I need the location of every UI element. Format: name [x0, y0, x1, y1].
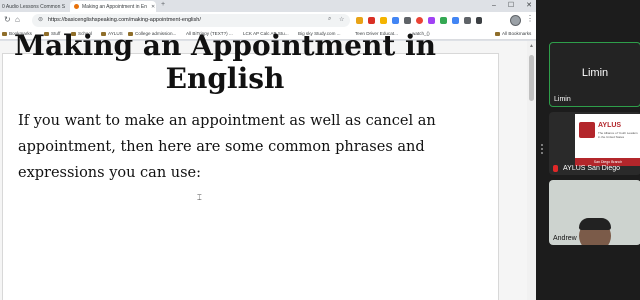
tab-close-icon[interactable]: ✕	[151, 4, 155, 10]
close-window-icon[interactable]: ✕	[526, 1, 532, 9]
folder-icon	[495, 31, 500, 36]
slide-logo-subtitle: The Alliance of Youth Leaders in the Uni…	[598, 131, 638, 139]
extension-icon[interactable]	[416, 17, 423, 24]
video-tile-andrew[interactable]: Andrew	[549, 180, 640, 245]
extension-icon[interactable]	[380, 17, 387, 24]
browser-menu-icon[interactable]: ⋮	[526, 14, 534, 23]
mic-muted-icon	[553, 165, 558, 172]
site-info-icon[interactable]: ⊜	[38, 16, 43, 23]
slide-logo-text: AYLUS	[598, 122, 622, 129]
extension-icon[interactable]	[368, 17, 375, 24]
mouse-cursor-icon: ⌶	[197, 193, 202, 202]
browser-window: 0 Audio Lessons Common S Making an Appoi…	[0, 0, 536, 300]
video-tile-aylus[interactable]: AYLUS The Alliance of Youth Leaders in t…	[549, 112, 640, 175]
extension-icon[interactable]	[440, 17, 447, 24]
scroll-up-icon[interactable]: ▲	[527, 43, 536, 49]
maximize-icon[interactable]: ☐	[508, 1, 514, 9]
page-scrollbar[interactable]: ▲	[527, 41, 536, 300]
profile-avatar[interactable]	[510, 15, 521, 26]
address-bar[interactable]: ⊜ https://basicenglishspeaking.com/makin…	[32, 14, 350, 27]
article-intro: If you want to make an appointment as we…	[18, 113, 436, 181]
video-tile-limin[interactable]: Limin Limin	[549, 42, 640, 107]
participant-label: Limin	[554, 96, 571, 103]
participant-name-large: Limin	[581, 67, 609, 79]
panel-resize-handle[interactable]	[541, 143, 543, 155]
screen: 0 Audio Lessons Common S Making an Appoi…	[0, 0, 640, 300]
side-panel-icon[interactable]	[476, 17, 482, 24]
tab-label: Making an Appointment in En	[82, 3, 148, 10]
participant-label: Andrew	[553, 235, 577, 242]
participant-video-hair	[579, 218, 611, 230]
window-controls: – ☐ ✕	[492, 0, 532, 10]
extension-icon[interactable]	[356, 17, 363, 24]
extensions-puzzle-icon[interactable]	[464, 17, 471, 24]
tab-making-appointment[interactable]: Making an Appointment in En ✕	[70, 1, 156, 12]
article-title: Making an Appointment in English	[13, 29, 437, 95]
url-text: https://basicenglishspeaking.com/making-…	[48, 17, 201, 23]
refresh-icon[interactable]: ↻	[4, 15, 11, 25]
site-favicon-icon	[74, 4, 79, 9]
aylus-logo-icon	[579, 122, 595, 138]
extension-icon[interactable]	[392, 17, 399, 24]
bookmark-star-icon[interactable]: ☆	[339, 16, 344, 23]
tab-audio-lessons[interactable]: 0 Audio Lessons Common S	[0, 1, 68, 12]
all-bookmarks[interactable]: All Bookmarks	[495, 31, 531, 36]
zoom-icon[interactable]: ⌕	[328, 16, 331, 23]
home-icon[interactable]: ⌂	[15, 15, 20, 25]
new-tab-button[interactable]: +	[161, 1, 165, 8]
minimize-icon[interactable]: –	[492, 2, 496, 9]
extension-icon[interactable]	[404, 17, 411, 24]
browser-toolbar: ↻ ⌂ ⊜ https://basicenglishspeaking.com/m…	[0, 12, 536, 29]
participant-label: AYLUS San Diego	[563, 165, 621, 172]
extensions-row	[356, 15, 482, 26]
extension-icon[interactable]	[452, 17, 459, 24]
extension-icon[interactable]	[428, 17, 435, 24]
aylus-logo-slide: AYLUS The Alliance of Youth Leaders in t…	[575, 114, 640, 166]
tab-label: 0 Audio Lessons Common S	[2, 3, 66, 10]
scroll-thumb[interactable]	[529, 55, 534, 101]
tab-strip: 0 Audio Lessons Common S Making an Appoi…	[0, 0, 536, 12]
